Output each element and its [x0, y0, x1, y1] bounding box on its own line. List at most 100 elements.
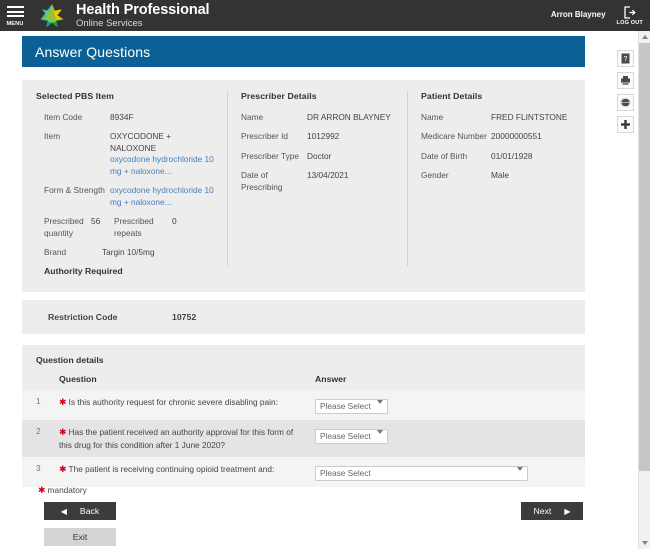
brand-title: Health Professional [76, 1, 210, 18]
mandatory-note: ✱ mandatory [38, 485, 87, 496]
logout-button[interactable]: LOG OUT [617, 5, 643, 26]
globe-icon [619, 98, 631, 107]
field-label: Name [241, 112, 264, 122]
details-panel: Selected PBS Item Item Code 8934F Item O… [22, 80, 585, 292]
form-strength-link[interactable]: oxycodone hydrochloride 10 mg + naloxone… [110, 185, 217, 208]
answer-select-2[interactable]: Please Select [315, 428, 388, 444]
mandatory-note-text: mandatory [47, 485, 87, 495]
question-answer-cell: Please Select [315, 420, 585, 458]
brand-value: Targin 10/5mg [102, 246, 155, 257]
question-text-cell: ✱ Is this authority request for chronic s… [50, 390, 315, 420]
tool-rail: ? [612, 31, 638, 138]
selected-pbs-item-column: Selected PBS Item Item Code 8934F Item O… [22, 91, 227, 292]
plus-zoom-icon [620, 120, 630, 129]
help-button[interactable]: ? [616, 50, 634, 67]
questions-table-header-row: Question Answer [22, 374, 585, 390]
app-header: MENU Health Professional Online Services… [0, 0, 650, 31]
field-value: OXYCODONE + NALOXONE oxycodone hydrochlo… [110, 131, 217, 177]
vertical-scrollbar[interactable] [638, 31, 650, 549]
answer-select-3[interactable]: Please Select [315, 465, 528, 481]
table-row: 1 ✱ Is this authority request for chronic… [22, 390, 585, 420]
scroll-up-button[interactable] [639, 31, 650, 43]
print-button[interactable] [616, 72, 634, 89]
field-label: Date of Prescribing [241, 170, 283, 192]
field-item-code: Item Code 8934F [36, 112, 217, 123]
table-row: 3 ✱ The patient is receiving continuing o… [22, 457, 585, 488]
restriction-code-label: Restriction Code [48, 312, 118, 322]
field-value: 13/04/2021 [307, 170, 349, 181]
field-value: 8934F [110, 112, 134, 122]
chevron-down-icon [642, 541, 648, 545]
field-date-of-birth: Date of Birth 01/01/1928 [421, 151, 575, 162]
field-value: Male [491, 170, 509, 181]
mandatory-star-icon: ✱ [38, 485, 46, 495]
menu-button-label: MENU [6, 20, 24, 27]
field-patient-name: Name FRED FLINTSTONE [421, 112, 575, 123]
question-number: 2 [22, 420, 50, 458]
brand-text-block: Health Professional Online Services [76, 1, 210, 29]
back-button-label: Back [79, 506, 100, 516]
item-detail-link[interactable]: oxycodone hydrochloride 10 mg + naloxone… [110, 154, 214, 175]
prescriber-details-heading: Prescriber Details [241, 91, 317, 101]
patient-details-column: Patient Details Name FRED FLINTSTONE Med… [407, 91, 585, 292]
brand-label: Brand [44, 246, 67, 257]
page-title-bar: Answer Questions [22, 36, 585, 67]
field-value: 1012992 [307, 131, 340, 142]
question-number: 3 [22, 457, 50, 488]
exit-button[interactable]: Exit [44, 528, 116, 546]
field-label: Form & Strength [44, 185, 105, 196]
next-button-label: Next [533, 506, 552, 516]
column-header-question: Question [59, 374, 97, 384]
logout-arrow-icon [624, 5, 637, 19]
globe-button[interactable] [616, 94, 634, 111]
hamburger-menu-icon [6, 6, 24, 20]
field-label: Prescriber Type [241, 150, 299, 161]
prescriber-details-column: Prescriber Details Name DR ARRON BLAYNEY… [227, 91, 407, 292]
field-label: Prescriber Id [241, 131, 289, 142]
field-prescriber-id: Prescriber Id 1012992 [241, 131, 397, 142]
field-prescriber-type: Prescriber Type Doctor [241, 151, 397, 162]
repeats-value: 0 [172, 216, 177, 227]
field-value: 20000000551 [491, 131, 542, 142]
selected-pbs-item-heading: Selected PBS Item [36, 91, 114, 101]
services-australia-star-logo [37, 2, 67, 30]
question-answer-cell: Please Select [315, 390, 585, 420]
page-title: Answer Questions [35, 43, 151, 60]
item-name-line1: OXYCODONE + [110, 131, 172, 142]
scrollbar-thumb[interactable] [639, 43, 650, 471]
zoom-in-button[interactable] [616, 116, 634, 133]
header-right-group: Arron Blayney LOG OUT [551, 0, 650, 31]
mandatory-star-icon: ✱ [59, 464, 67, 475]
quantity-value: 56 [91, 216, 101, 227]
field-medicare-number: Medicare Number 20000000551 [421, 131, 575, 142]
help-question-icon: ? [621, 53, 629, 64]
question-number: 1 [22, 390, 50, 420]
restriction-code-value: 10752 [172, 312, 197, 322]
item-name-line2: NALOXONE [110, 142, 157, 153]
field-value: 01/01/1928 [491, 150, 533, 161]
scroll-down-button[interactable] [639, 537, 650, 549]
field-value: Doctor [307, 150, 332, 161]
field-date-of-prescribing: Date of Prescribing 13/04/2021 [241, 170, 397, 193]
field-label: Date of Birth [421, 150, 468, 161]
question-details-panel: Question details Question Answer 1 ✱ Is t… [22, 345, 585, 488]
svg-text:?: ? [623, 56, 627, 63]
column-header-answer: Answer [315, 374, 347, 384]
answer-select-1[interactable]: Please Select [315, 398, 388, 414]
field-gender: Gender Male [421, 170, 575, 181]
mandatory-star-icon: ✱ [59, 397, 67, 407]
question-text: Has the patient received an authority ap… [59, 427, 294, 451]
field-label: Gender [421, 170, 449, 181]
menu-button[interactable]: MENU [0, 0, 30, 31]
next-button[interactable]: Next ▶ [521, 502, 583, 520]
column-header-number [22, 374, 50, 390]
exit-button-label: Exit [72, 532, 88, 542]
field-label: Item Code [44, 112, 83, 122]
back-button[interactable]: ◀ Back [44, 502, 116, 520]
question-details-title: Question details [36, 355, 104, 365]
question-answer-cell: Please Select [315, 457, 585, 488]
field-item: Item OXYCODONE + NALOXONE oxycodone hydr… [36, 131, 217, 177]
quantity-label: Prescribed quantity [44, 216, 84, 238]
field-prescriber-name: Name DR ARRON BLAYNEY [241, 112, 397, 123]
repeats-label: Prescribed repeats [114, 216, 154, 238]
